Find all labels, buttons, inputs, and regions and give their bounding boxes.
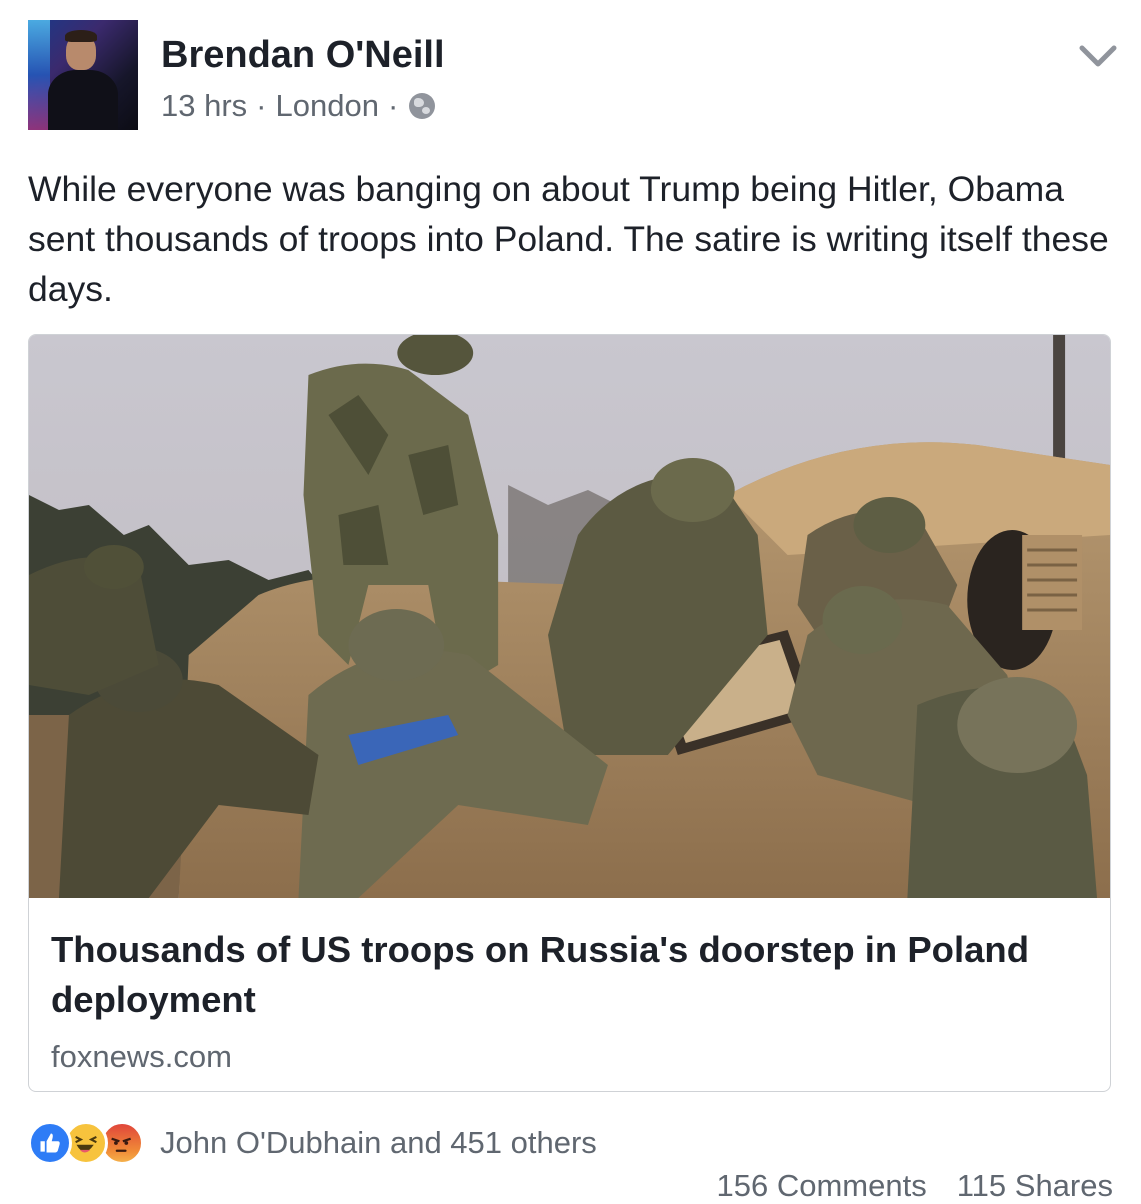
like-icon [28,1121,72,1165]
meta-separator: · [387,88,399,123]
link-preview-card[interactable]: Thousands of US troops on Russia's doors… [28,334,1111,1092]
link-preview-image[interactable] [29,335,1110,898]
comments-count[interactable]: 156 Comments [717,1168,927,1203]
post-meta: 13 hrs · London · [161,88,436,124]
author-name[interactable]: Brendan O'Neill [161,34,445,77]
meta-separator: · [256,88,267,123]
post-header: Brendan O'Neill 13 hrs · London · [28,20,1118,132]
link-title[interactable]: Thousands of US troops on Russia's doors… [51,925,1081,1025]
engagement-counts: 156 Comments 115 Shares [717,1168,1113,1204]
post-location[interactable]: London [276,88,379,124]
chevron-down-icon[interactable] [1078,42,1118,70]
reactions-summary[interactable]: John O'Dubhain and 451 others [28,1120,597,1166]
globe-icon[interactable] [409,93,436,119]
link-domain: foxnews.com [51,1039,232,1074]
reaction-text[interactable]: John O'Dubhain and 451 others [160,1125,597,1161]
post-text: While everyone was banging on about Trum… [28,169,1109,309]
post-time[interactable]: 13 hrs [161,88,247,124]
link-info[interactable]: Thousands of US troops on Russia's doors… [51,925,1081,1075]
avatar[interactable] [28,20,138,130]
avatar-background [28,20,50,130]
shares-count[interactable]: 115 Shares [957,1168,1113,1203]
avatar-hair [65,30,97,42]
avatar-body [48,70,118,130]
